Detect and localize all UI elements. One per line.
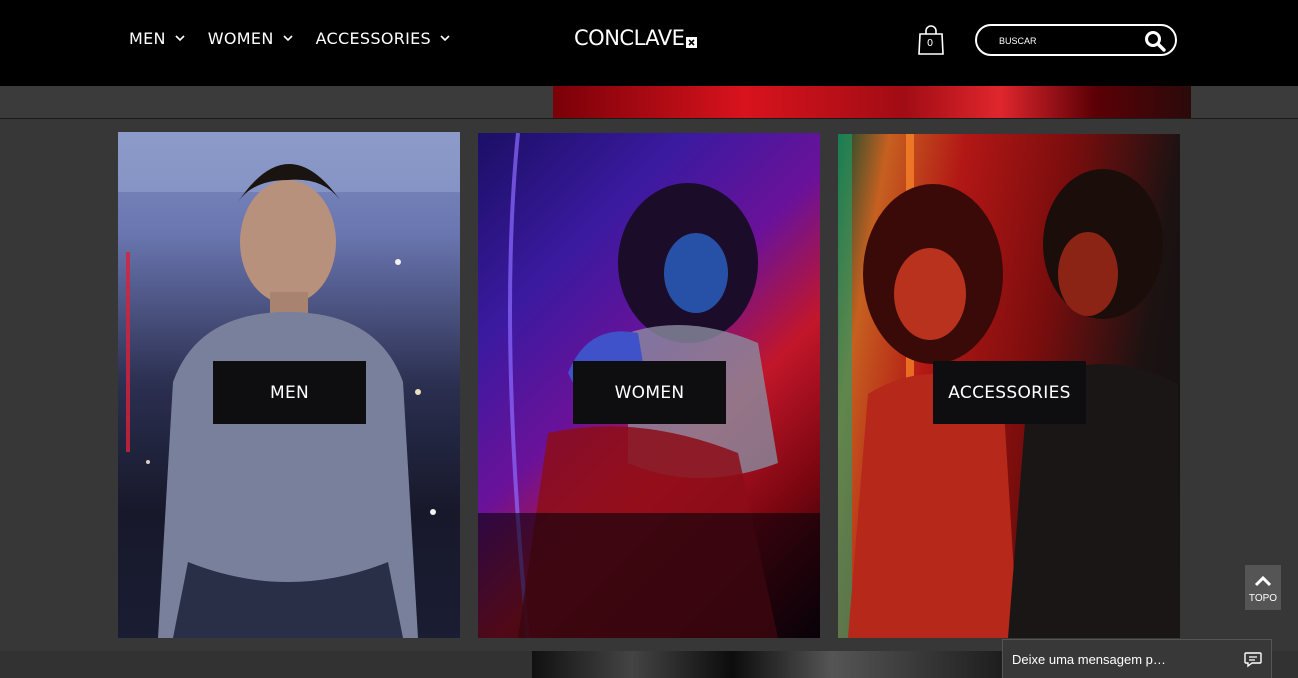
chevron-down-icon [175,35,185,42]
chevron-up-icon [1254,575,1272,587]
nav-item-men[interactable]: MEN [129,26,186,50]
category-label: MEN [213,361,366,424]
page: MEN WOMEN ACCESSORIES CONCLAVE 0 BUSCAR … [0,0,1298,678]
divider [0,118,1298,119]
nav-item-accessories[interactable]: ACCESSORIES [316,26,451,50]
cart-button[interactable]: 0 [917,24,945,56]
banner-image [532,651,1032,678]
scroll-to-top-label: TOPO [1248,593,1278,604]
hero-banner [0,86,1298,118]
cart-count: 0 [926,38,934,49]
nav-item-label: ACCESSORIES [315,28,432,48]
category-label: WOMEN [573,361,726,424]
scroll-to-top-button[interactable]: TOPO [1245,565,1281,610]
search-box [975,24,1177,56]
search-icon[interactable] [1143,29,1167,53]
chat-widget[interactable]: Deixe uma mensagem p… [1002,639,1272,678]
category-card-accessories[interactable]: ACCESSORIES [838,134,1180,638]
hero-image [553,86,1191,118]
category-card-men[interactable]: MEN [118,132,460,638]
category-card-women[interactable]: WOMEN [478,133,820,638]
search-input[interactable] [999,33,1139,49]
nav-item-label: MEN [129,28,166,48]
brand-logo[interactable]: CONCLAVE [574,24,698,52]
nav-item-women[interactable]: WOMEN [208,26,294,50]
site-header: MEN WOMEN ACCESSORIES CONCLAVE 0 [0,0,1298,86]
chevron-down-icon [440,35,450,42]
category-label: ACCESSORIES [933,361,1086,424]
main-nav: MEN WOMEN ACCESSORIES [129,26,473,50]
nav-item-label: WOMEN [207,28,274,48]
logo-x-mark-icon [686,36,698,48]
chat-bubble-icon [1244,652,1262,668]
chevron-down-icon [283,35,293,42]
logo-text: CONCLAVE [574,26,685,50]
chat-label: Deixe uma mensagem p… [1012,652,1166,667]
